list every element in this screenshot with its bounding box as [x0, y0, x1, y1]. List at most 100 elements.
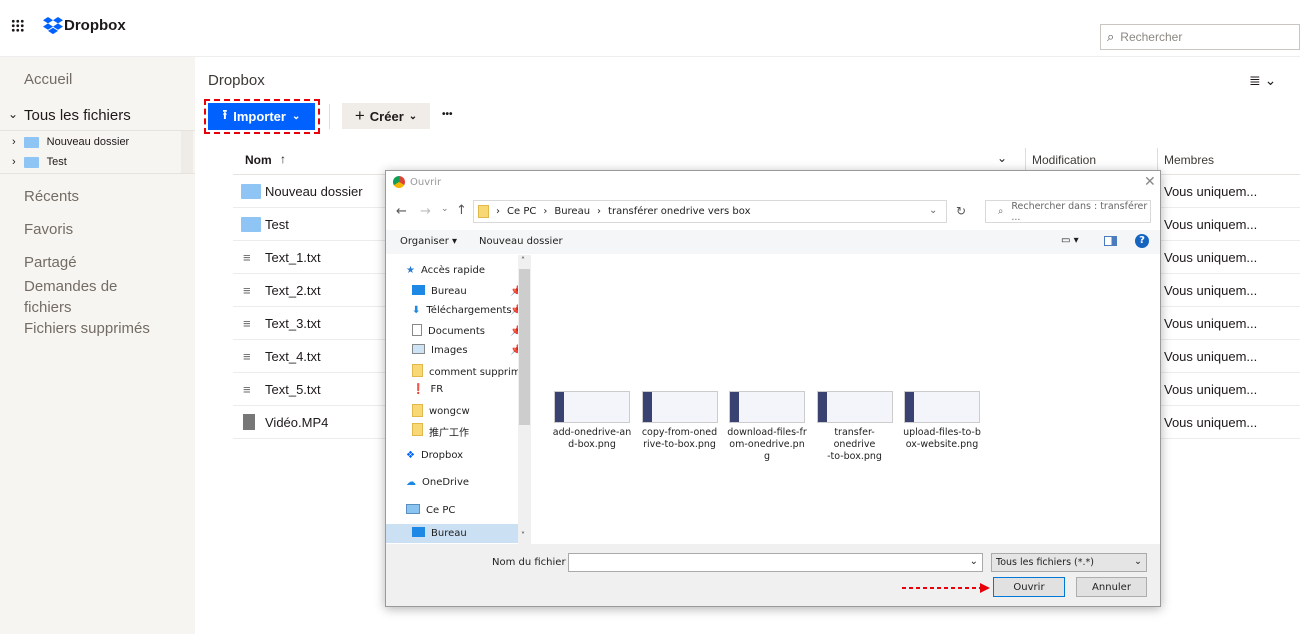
nav-item[interactable]: ☁ OneDrive: [406, 477, 469, 488]
breadcrumb-item[interactable]: transférer onedrive vers box: [608, 206, 750, 217]
file-thumbnail[interactable]: [554, 391, 630, 423]
chevron-down-icon[interactable]: ⌄: [8, 107, 18, 121]
column-name[interactable]: Nom: [245, 153, 272, 167]
nav-item[interactable]: comment supprimer: [412, 364, 531, 380]
nav-item[interactable]: ❖ Dropbox: [406, 450, 463, 461]
create-button[interactable]: + Créer ⌄: [342, 103, 430, 129]
tree-scrollbar[interactable]: [181, 131, 193, 173]
upload-icon: ⭱: [222, 106, 228, 122]
address-bar[interactable]: › Ce PC › Bureau › transférer onedrive vers…: [473, 200, 947, 223]
refresh-icon[interactable]: ↻: [956, 204, 966, 218]
view-mode-icon[interactable]: ▭ ▾: [1061, 235, 1079, 246]
chevron-down-icon[interactable]: ⌄: [997, 151, 1007, 165]
doc-icon: [412, 324, 422, 339]
dropbox-icon: ❖: [406, 450, 415, 462]
nav-scrollbar[interactable]: ˄ ˅: [518, 255, 531, 544]
file-members: Vous uniquem...: [1164, 315, 1258, 331]
nav-shared[interactable]: Partagé: [24, 254, 77, 271]
file-name[interactable]: Text_5.txt: [265, 382, 321, 397]
preview-pane-icon[interactable]: [1104, 236, 1117, 246]
file-name[interactable]: Vidéo.MP4: [265, 415, 328, 430]
nav-item[interactable]: Images 📌: [412, 344, 522, 357]
dialog-title: Ouvrir: [410, 177, 442, 188]
view-options-icon[interactable]: ≣ ⌄: [1249, 72, 1276, 89]
folder-icon: [412, 423, 423, 439]
file-name[interactable]: Text_1.txt: [265, 250, 321, 265]
import-button[interactable]: ⭱ Importer ⌄: [208, 103, 315, 130]
more-options-button[interactable]: •••: [442, 109, 453, 120]
dialog-search-input[interactable]: ⌕ Rechercher dans : transférer ...: [985, 200, 1151, 223]
nav-item[interactable]: Bureau: [386, 523, 518, 543]
nav-deleted-files[interactable]: Fichiers supprimés: [24, 320, 150, 337]
column-modified[interactable]: Modification: [1032, 153, 1096, 167]
forward-arrow-icon[interactable]: →: [420, 204, 431, 219]
folder-icon: [23, 136, 39, 148]
text-file-icon: ≡: [243, 249, 251, 265]
app-grid-icon[interactable]: [11, 19, 24, 32]
star-icon: ★: [406, 265, 415, 276]
file-thumbnail[interactable]: [816, 391, 893, 423]
close-icon[interactable]: ✕: [1144, 174, 1156, 190]
filetype-select[interactable]: Tous les fichiers (*.*) ⌄: [991, 553, 1147, 572]
breadcrumb-item[interactable]: Ce PC: [507, 206, 536, 217]
chevron-down-icon[interactable]: ⌄: [929, 205, 937, 216]
chevron-right-icon: ›: [12, 136, 16, 148]
column-members[interactable]: Membres: [1164, 153, 1214, 167]
nav-item[interactable]: Ce PC: [406, 503, 455, 517]
back-arrow-icon[interactable]: ←: [396, 204, 407, 219]
file-name[interactable]: Text_2.txt: [265, 283, 321, 298]
new-folder-button[interactable]: Nouveau dossier: [479, 236, 563, 247]
nav-item[interactable]: wongcw: [412, 403, 470, 420]
nav-all-files[interactable]: Tous les fichiers: [24, 107, 131, 124]
recent-dropdown-icon[interactable]: ⌄: [441, 204, 449, 214]
nav-label: Bureau: [431, 527, 467, 539]
file-thumbnail[interactable]: [904, 391, 980, 423]
file-label[interactable]: copy-from-oned rive-to-box.png: [640, 427, 720, 451]
file-name[interactable]: Text_3.txt: [265, 316, 321, 331]
file-label[interactable]: transfer-onedrive -to-box.png: [815, 427, 895, 463]
image-icon: [412, 344, 425, 357]
file-members: Vous uniquem...: [1164, 414, 1258, 430]
nav-label: Bureau: [431, 285, 467, 297]
nav-label: Téléchargements: [426, 304, 512, 316]
search-input[interactable]: ⌕ Rechercher: [1100, 24, 1300, 50]
search-icon: ⌕: [998, 206, 1004, 217]
nav-label: 推广工作: [429, 427, 469, 439]
nav-item[interactable]: ❗ FR: [412, 384, 443, 395]
search-placeholder: Rechercher dans : transférer ...: [1011, 200, 1148, 223]
nav-favorites[interactable]: Favoris: [24, 221, 73, 238]
nav-item[interactable]: ★ Accès rapide: [406, 265, 485, 276]
file-thumbnail[interactable]: [641, 391, 718, 423]
file-name[interactable]: Nouveau dossier: [265, 184, 363, 199]
nav-label: Dropbox: [420, 450, 464, 462]
help-icon[interactable]: ?: [1135, 234, 1149, 248]
tree-item[interactable]: › Test: [12, 156, 67, 168]
sort-arrow-icon[interactable]: ↑: [280, 152, 286, 166]
file-name[interactable]: Test: [265, 217, 289, 232]
nav-file-requests[interactable]: Demandes de fichiers: [24, 276, 144, 318]
nav-label: FR: [430, 383, 444, 395]
filename-input[interactable]: ⌄: [568, 553, 983, 572]
text-file-icon: ≡: [243, 315, 251, 331]
organize-button[interactable]: Organiser ▾: [400, 236, 457, 247]
file-label[interactable]: add-onedrive-an d-box.png: [552, 427, 632, 451]
cancel-button[interactable]: Annuler: [1076, 577, 1147, 597]
nav-item[interactable]: ⬇ Téléchargements 📌: [412, 305, 522, 316]
nav-home[interactable]: Accueil: [24, 71, 72, 88]
breadcrumb-item[interactable]: Bureau: [554, 206, 590, 217]
nav-item[interactable]: Bureau 📌: [412, 284, 522, 298]
file-thumbnail[interactable]: [729, 391, 805, 423]
file-label[interactable]: download-files-fr om-onedrive.pn g: [727, 427, 807, 463]
file-label[interactable]: upload-files-to-b ox-website.png: [902, 427, 982, 451]
tree-item[interactable]: › Nouveau dossier: [12, 136, 129, 148]
plus-icon: +: [354, 106, 365, 125]
up-arrow-icon[interactable]: ↑: [456, 203, 467, 218]
file-members: Vous uniquem...: [1164, 348, 1258, 364]
chevron-right-icon: ›: [12, 156, 16, 168]
nav-recent[interactable]: Récents: [24, 188, 79, 205]
nav-label: Documents: [428, 326, 486, 338]
open-button[interactable]: Ouvrir: [993, 577, 1065, 597]
nav-item[interactable]: 推广工作: [412, 423, 469, 439]
file-name[interactable]: Text_4.txt: [265, 349, 321, 364]
nav-item[interactable]: Documents 📌: [412, 324, 522, 339]
